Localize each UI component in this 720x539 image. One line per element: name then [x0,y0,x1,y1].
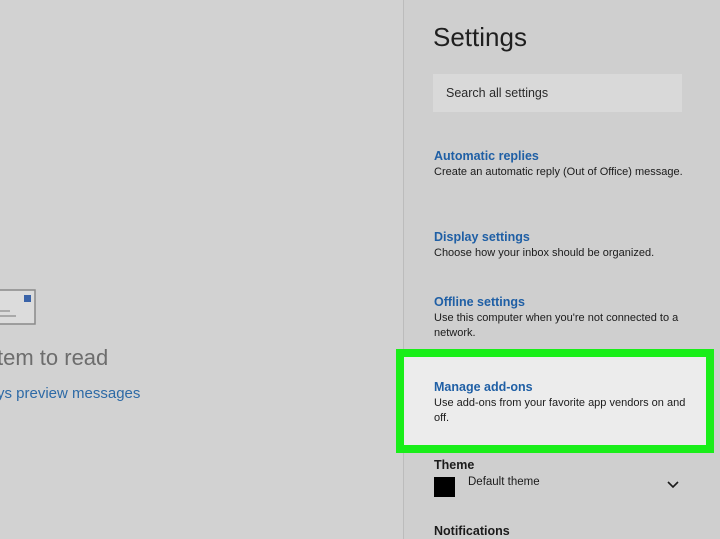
theme-dropdown[interactable]: Default theme [434,474,684,500]
theme-label: Theme [434,458,475,472]
theme-color-swatch [434,477,455,497]
automatic-replies-description: Create an automatic reply (Out of Office… [434,166,683,178]
manage-add-ons-link[interactable]: Manage add-ons [434,380,696,394]
automatic-replies-link[interactable]: Automatic replies [434,149,684,163]
offline-settings-description: Use this computer when you're not connec… [434,312,679,339]
reading-pane: tem to read ys preview messages [0,0,403,539]
notifications-label: Notifications [434,524,510,538]
display-settings-link[interactable]: Display settings [434,230,684,244]
theme-value: Default theme [468,476,540,488]
envelope-icon [0,289,36,325]
settings-title: Settings [433,22,527,52]
settings-item-display-settings[interactable]: Display settings Choose how your inbox s… [434,230,684,261]
highlight-box: Manage add-ons Use add-ons from your fav… [396,349,714,453]
preview-messages-link[interactable]: ys preview messages [0,385,140,402]
offline-settings-link[interactable]: Offline settings [434,295,684,309]
settings-panel: Settings Automatic replies Create an aut… [396,0,720,539]
chevron-down-icon[interactable] [666,480,680,490]
search-settings-input[interactable] [433,74,682,112]
settings-item-manage-add-ons[interactable]: Manage add-ons Use add-ons from your fav… [434,380,696,426]
display-settings-description: Choose how your inbox should be organize… [434,247,655,259]
empty-state-title: tem to read [0,345,109,370]
manage-add-ons-description: Use add-ons from your favorite app vendo… [434,397,686,424]
settings-item-offline-settings[interactable]: Offline settings Use this computer when … [434,295,684,341]
settings-item-automatic-replies[interactable]: Automatic replies Create an automatic re… [434,149,684,180]
